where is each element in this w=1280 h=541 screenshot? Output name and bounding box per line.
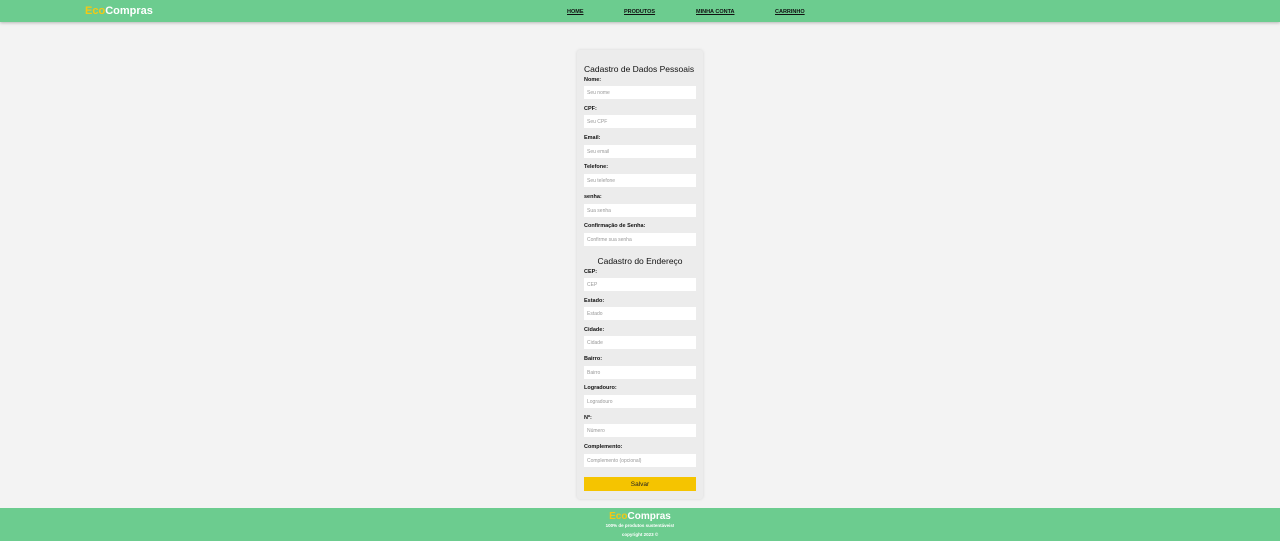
registration-form: Cadastro de Dados Pessoais Nome: CPF: Em…	[577, 50, 703, 499]
site-logo[interactable]: EcoCompras	[85, 5, 153, 17]
site-footer: EcoCompras 100% de produtos sustentáveis…	[0, 508, 1280, 541]
footer-tagline: 100% de produtos sustentáveis!	[605, 523, 675, 528]
nav-link-carrinho[interactable]: CARRINHO	[775, 9, 805, 15]
neighborhood-input[interactable]	[584, 366, 696, 379]
footer-logo: EcoCompras	[0, 511, 1280, 522]
state-label: Estado:	[584, 298, 605, 304]
email-label: Email:	[584, 135, 601, 141]
nav-link-produtos[interactable]: PRODUTOS	[624, 9, 655, 15]
address-title: Cadastro do Endereço	[597, 256, 683, 266]
complement-label: Complemento:	[584, 444, 623, 450]
footer-logo-eco-text: Eco	[609, 511, 628, 522]
password-label: senha:	[584, 194, 602, 200]
cep-label: CEP:	[584, 269, 598, 275]
save-button[interactable]: Salvar	[584, 477, 696, 491]
phone-label: Telefone:	[584, 164, 609, 170]
cep-input[interactable]	[584, 278, 696, 291]
neighborhood-label: Bairro:	[584, 356, 603, 362]
name-label: Nome:	[584, 77, 602, 83]
personal-data-title: Cadastro de Dados Pessoais	[584, 64, 695, 74]
cpf-label: CPF:	[584, 106, 597, 112]
password-confirm-input[interactable]	[584, 233, 696, 246]
email-input[interactable]	[584, 145, 696, 158]
number-label: Nº:	[584, 415, 592, 421]
logo-compras-text: Compras	[105, 5, 153, 17]
password-input[interactable]	[584, 204, 696, 217]
cpf-input[interactable]	[584, 115, 696, 128]
city-label: Cidade:	[584, 327, 605, 333]
street-input[interactable]	[584, 395, 696, 408]
logo-eco-text: Eco	[85, 5, 106, 17]
footer-logo-compras-text: Compras	[627, 511, 671, 522]
nav-link-home[interactable]: HOME	[567, 9, 584, 15]
top-navbar: EcoCompras HOME PRODUTOS MINHA CONTA CAR…	[0, 0, 1280, 22]
city-input[interactable]	[584, 336, 696, 349]
number-input[interactable]	[584, 424, 696, 437]
phone-input[interactable]	[584, 174, 696, 187]
password-confirm-label: Confirmação de Senha:	[584, 223, 646, 229]
street-label: Logradouro:	[584, 385, 617, 391]
nav-link-minha-conta[interactable]: MINHA CONTA	[696, 9, 735, 15]
complement-input[interactable]	[584, 454, 696, 467]
state-input[interactable]	[584, 307, 696, 320]
footer-copyright: copyright 2023 ©	[621, 532, 659, 537]
name-input[interactable]	[584, 86, 696, 99]
